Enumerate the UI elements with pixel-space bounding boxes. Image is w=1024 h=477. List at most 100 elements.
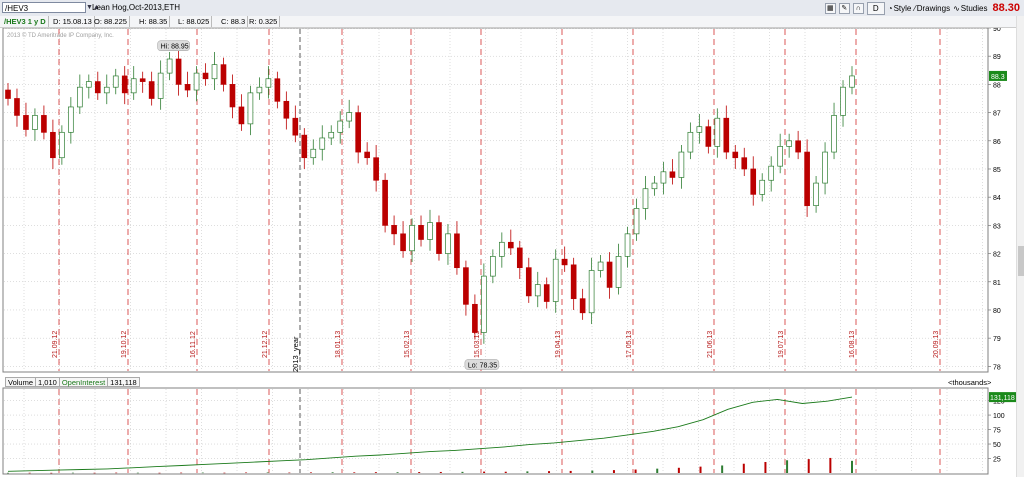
volume-bar [7, 472, 9, 474]
candle-up [768, 165, 775, 181]
volume-bar [353, 472, 356, 473]
volume-bar [374, 472, 377, 473]
candle-up [328, 131, 335, 139]
symbol-input[interactable]: /HEV3 [2, 2, 86, 13]
candle-up [59, 131, 65, 159]
price-tick-label: 79 [993, 336, 1001, 343]
candle-down [543, 284, 550, 302]
style-icon: ◔ [887, 3, 893, 13]
candle-down [436, 222, 442, 254]
candle-up [445, 233, 451, 254]
volume-label[interactable]: Volume [5, 377, 37, 387]
volume-bar [223, 472, 226, 474]
candle-down [229, 84, 236, 108]
month-marker-label: 15.02.13 [404, 331, 411, 358]
candle-down [238, 106, 245, 125]
candle-down [14, 98, 20, 116]
volume-bar [288, 472, 291, 474]
style-label: Style [893, 3, 912, 13]
candle-down [382, 179, 388, 226]
price-chart[interactable]: 21.09.12 19.10.12 16.11.12 21.12.12 18.01.13… [0, 0, 1024, 477]
volume-bar [309, 472, 312, 473]
period-button[interactable]: D [866, 1, 885, 15]
last-price-marker-label: 88.3 [991, 74, 1005, 81]
magnet-icon[interactable]: ∩ [852, 2, 864, 14]
high-value: H: 88.35 [137, 16, 171, 27]
candle-up [130, 78, 137, 94]
style-button[interactable]: ◔ Style [888, 4, 912, 13]
candle-down [292, 117, 299, 136]
drawings-button[interactable]: ⁄ Drawings [914, 4, 950, 13]
drawings-label: Drawings [916, 3, 951, 13]
candle-up [597, 261, 604, 271]
candle-up [247, 92, 254, 125]
vertical-scrollbar[interactable] [1016, 16, 1024, 477]
volume-bar [158, 472, 161, 474]
candle-up [211, 64, 218, 80]
candle-down [606, 261, 613, 288]
candle-up [85, 81, 92, 88]
candle-down [202, 72, 209, 80]
volume-bar [266, 472, 269, 473]
price-tick-label: 83 [993, 223, 1001, 230]
ohlc-readout: /HEV3 1 y D D: 15.08.13 O: 88.225 H: 88.… [0, 16, 1024, 28]
volume-tick-label: 50 [993, 442, 1001, 449]
candle-up [777, 146, 783, 167]
grid-icon[interactable]: ▦ [824, 2, 836, 14]
volume-bar [851, 460, 853, 473]
symbol-period[interactable]: /HEV3 1 y D [2, 16, 49, 27]
candle-down [373, 157, 379, 181]
volume-bar [656, 468, 659, 473]
volume-bar [612, 470, 615, 473]
candle-down [175, 58, 182, 85]
volume-bar [569, 470, 572, 473]
price-tick-label: 82 [993, 252, 1001, 259]
candle-up [759, 179, 766, 195]
candle-up [534, 284, 541, 297]
candle-down [804, 151, 810, 206]
volume-tick-label: 100 [993, 413, 1005, 420]
studies-button[interactable]: ∿ Studies [953, 4, 987, 13]
month-marker-label: 19.10.12 [121, 331, 128, 358]
open-interest-label[interactable]: OpenInterest [58, 377, 109, 387]
candle-down [121, 75, 128, 94]
candle-up [660, 171, 667, 184]
candle-up [310, 148, 317, 159]
candle-down [139, 78, 146, 82]
volume-bar [742, 463, 745, 473]
candle-down [741, 157, 748, 170]
chart-toolbar: /HEV3 ▼▲ Lean Hog,Oct-2013,ETH ▦ ✎ ∩ D ◔… [0, 0, 1024, 17]
pencil-icon[interactable]: ✎ [838, 2, 850, 14]
volume-bar [526, 471, 529, 473]
studies-label: Studies [960, 3, 988, 13]
candle-down [23, 115, 29, 130]
volume-bar [786, 460, 789, 473]
candle-down [705, 126, 712, 147]
volume-value: 1,010 [35, 377, 60, 387]
candle-up [346, 112, 353, 122]
candle-down [391, 225, 397, 235]
month-marker-label: 21.06.13 [707, 331, 714, 358]
candle-up [337, 120, 344, 133]
candle-up [499, 241, 505, 257]
volume-bar [115, 472, 118, 474]
volume-bar [807, 459, 810, 473]
price-tick-label: 81 [993, 280, 1001, 287]
candle-down [400, 233, 406, 252]
candle-up [193, 72, 200, 91]
candle-up [552, 258, 559, 302]
scrollbar-thumb[interactable] [1018, 246, 1024, 276]
studies-icon: ∿ [953, 3, 960, 13]
candle-down [301, 134, 308, 159]
candle-up [822, 151, 828, 184]
candle-up [786, 140, 792, 147]
drawings-icon: ⁄ [914, 3, 916, 13]
volume-bar [396, 472, 399, 473]
month-marker-label: 21.09.12 [52, 331, 59, 358]
month-marker-label: 16.08.13 [849, 331, 856, 358]
candle-up [481, 275, 487, 333]
candle-up [265, 78, 272, 88]
volume-tick-label: 25 [993, 457, 1001, 464]
month-marker-label: 19.04.13 [555, 331, 562, 358]
month-marker-label: 20.09.13 [933, 331, 940, 358]
